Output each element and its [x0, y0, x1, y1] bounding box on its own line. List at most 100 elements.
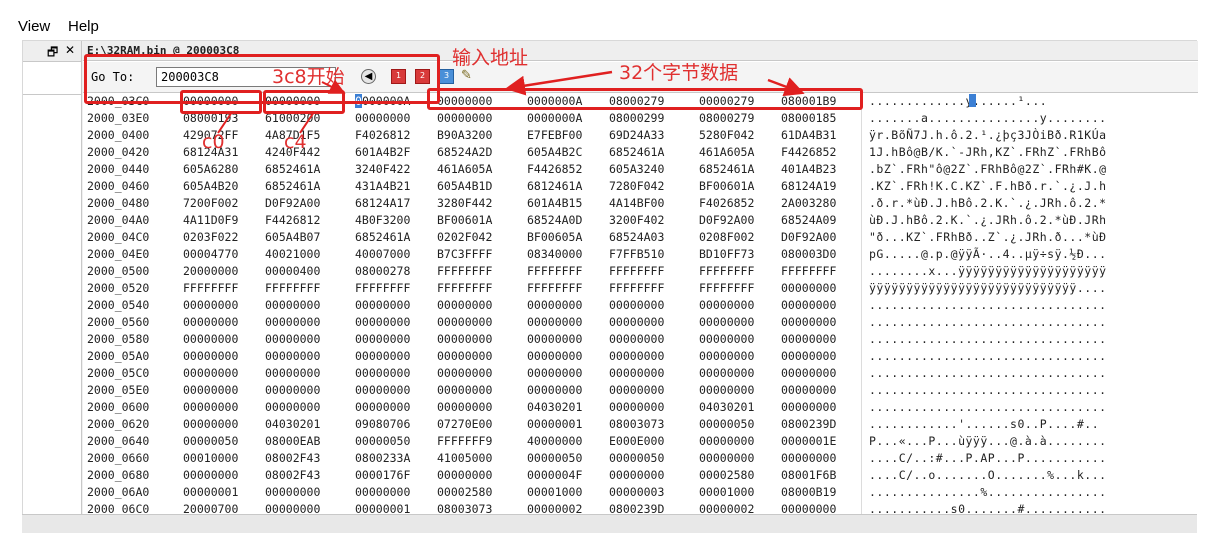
- hex-word[interactable]: D0F92A00: [781, 230, 836, 244]
- hex-word[interactable]: 00000000: [355, 400, 410, 414]
- hex-word[interactable]: 08000B19: [781, 485, 836, 499]
- hex-word[interactable]: 00000000: [183, 417, 238, 431]
- hex-word[interactable]: FFFFFFFF: [265, 281, 320, 295]
- hex-word[interactable]: 00004770: [183, 247, 238, 261]
- hex-word[interactable]: 08000278: [355, 264, 410, 278]
- hex-word[interactable]: 00000000: [699, 315, 754, 329]
- row-ascii[interactable]: ....C/..:#...P.AP...P...........: [869, 451, 1107, 465]
- hex-word[interactable]: 00000003: [609, 485, 664, 499]
- hex-word[interactable]: 00000000: [355, 349, 410, 363]
- hex-word[interactable]: 0000176F: [355, 468, 410, 482]
- hex-word[interactable]: 69D24A33: [609, 128, 664, 142]
- hex-word[interactable]: 00000000: [437, 468, 492, 482]
- hex-word[interactable]: FFFFFFFF: [699, 264, 754, 278]
- hex-word[interactable]: 68524A2D: [437, 145, 492, 159]
- hex-word[interactable]: 080003D0: [781, 247, 836, 261]
- hex-word[interactable]: FFFFFFFF: [781, 264, 836, 278]
- hex-word[interactable]: 00000000: [265, 349, 320, 363]
- menu-help[interactable]: Help: [68, 18, 99, 35]
- hex-word[interactable]: 08002F43: [265, 468, 320, 482]
- hex-word[interactable]: 09080706: [355, 417, 410, 431]
- hex-word[interactable]: 00000000: [183, 383, 238, 397]
- hex-word[interactable]: FFFFFFFF: [609, 281, 664, 295]
- row-ascii[interactable]: ...............%................: [869, 485, 1107, 499]
- row-ascii[interactable]: ................................: [869, 400, 1107, 414]
- hex-word[interactable]: 0000000A: [527, 111, 582, 125]
- row-ascii[interactable]: ................................: [869, 366, 1107, 380]
- hex-word[interactable]: 00000000: [781, 383, 836, 397]
- hex-word[interactable]: 00000000: [265, 366, 320, 380]
- hex-word[interactable]: 00000000: [527, 383, 582, 397]
- hex-word[interactable]: 401A4B23: [781, 162, 836, 176]
- hex-word[interactable]: 08000185: [781, 111, 836, 125]
- hex-word[interactable]: 00000000: [609, 383, 664, 397]
- hex-word[interactable]: 00000000: [437, 366, 492, 380]
- row-ascii[interactable]: .KZ`.FRh!K.C.KZ`.F.hBð.r.`.¿.J.h: [869, 179, 1107, 193]
- hex-word[interactable]: 00002580: [437, 485, 492, 499]
- menu-view[interactable]: View: [18, 18, 50, 35]
- hex-word[interactable]: BF00605A: [527, 230, 582, 244]
- hex-word[interactable]: 08000279: [699, 111, 754, 125]
- hex-word[interactable]: 08001F6B: [781, 468, 836, 482]
- hex-word[interactable]: 6852461A: [265, 162, 320, 176]
- hex-word[interactable]: 00000400: [265, 264, 320, 278]
- hex-word[interactable]: FFFFFFFF: [183, 281, 238, 295]
- hex-word[interactable]: 00000000: [527, 332, 582, 346]
- row-ascii[interactable]: pG.....@.p.@ÿÿÃ·..4..µÿ÷sÿ.½Ð...: [869, 247, 1107, 261]
- hex-word[interactable]: 41005000: [437, 451, 492, 465]
- hex-word[interactable]: 40021000: [265, 247, 320, 261]
- hex-word[interactable]: BF00601A: [437, 213, 492, 227]
- hex-word[interactable]: 40007000: [355, 247, 410, 261]
- hex-word[interactable]: 00000000: [355, 485, 410, 499]
- hex-word[interactable]: 68124A19: [781, 179, 836, 193]
- hex-word[interactable]: 04030201: [527, 400, 582, 414]
- hex-word[interactable]: 04030201: [699, 400, 754, 414]
- hex-view[interactable]: 2000_03C0 00000000 00000000 0000000A 0000000…: [83, 93, 1198, 519]
- hex-word[interactable]: 605A4B2C: [527, 145, 582, 159]
- hex-word[interactable]: 00000000: [781, 400, 836, 414]
- hex-word[interactable]: 00000000: [437, 400, 492, 414]
- hex-word[interactable]: 00000000: [781, 298, 836, 312]
- hex-word[interactable]: 6812461A: [527, 179, 582, 193]
- hex-word[interactable]: 0800233A: [355, 451, 410, 465]
- row-ascii[interactable]: .ð.r.*ùÐ.J.hBô.2.K.`.¿.JRh.ô.2.*: [869, 196, 1107, 210]
- row-ascii[interactable]: ................................: [869, 349, 1107, 363]
- hex-word[interactable]: 6852461A: [699, 162, 754, 176]
- hex-word[interactable]: 00000000: [355, 111, 410, 125]
- hex-word[interactable]: 00000050: [609, 451, 664, 465]
- hex-word[interactable]: 00000000: [265, 332, 320, 346]
- hex-word[interactable]: 4A11D0F9: [183, 213, 238, 227]
- hex-word[interactable]: 0202F042: [437, 230, 492, 244]
- hex-word[interactable]: 00000001: [527, 417, 582, 431]
- row-ascii[interactable]: 1J.hBô@B/K.`-JRh,KZ`.FRhZ`.FRhBô: [869, 145, 1107, 159]
- restore-icon[interactable]: 🗗: [47, 43, 58, 64]
- hex-word[interactable]: 00000001: [183, 485, 238, 499]
- hex-word[interactable]: 00000000: [355, 366, 410, 380]
- hex-word[interactable]: FFFFFFFF: [527, 264, 582, 278]
- hex-word[interactable]: 00000000: [265, 485, 320, 499]
- hex-word[interactable]: 68124A17: [355, 196, 410, 210]
- hex-word[interactable]: FFFFFFFF: [355, 281, 410, 295]
- hex-word[interactable]: 00000000: [437, 332, 492, 346]
- hex-word[interactable]: 68524A0D: [527, 213, 582, 227]
- hex-word[interactable]: 4A14BF00: [609, 196, 664, 210]
- hex-word[interactable]: 00000000: [437, 111, 492, 125]
- hex-word[interactable]: 3240F422: [355, 162, 410, 176]
- hex-word[interactable]: 40000000: [527, 434, 582, 448]
- hex-word[interactable]: F4426812: [265, 213, 320, 227]
- row-ascii[interactable]: ÿr.BõÑ7J.h.ô.2.¹.¿þç3JÒiBð.R1KÚa: [869, 128, 1107, 142]
- panel-list[interactable]: [23, 62, 81, 95]
- row-ascii[interactable]: ....C/..o.......O.......%...k...: [869, 468, 1107, 482]
- hex-word[interactable]: FFFFFFFF: [609, 264, 664, 278]
- hex-word[interactable]: 08003073: [609, 417, 664, 431]
- hex-word[interactable]: 07270E00: [437, 417, 492, 431]
- hex-word[interactable]: 00000000: [699, 298, 754, 312]
- hex-word[interactable]: 00000000: [699, 332, 754, 346]
- hex-word[interactable]: 00000000: [699, 434, 754, 448]
- row-ascii[interactable]: .............y......¹...: [869, 94, 1047, 108]
- hex-word[interactable]: FFFFFFFF: [437, 264, 492, 278]
- row-ascii[interactable]: ............'......s0..P....#..: [869, 417, 1099, 431]
- hex-word[interactable]: 00000050: [355, 434, 410, 448]
- hex-word[interactable]: 0000001E: [781, 434, 836, 448]
- row-ascii[interactable]: "ð...KZ`.FRhBð..Z`.¿.JRh.ð...*ùÐ: [869, 230, 1107, 244]
